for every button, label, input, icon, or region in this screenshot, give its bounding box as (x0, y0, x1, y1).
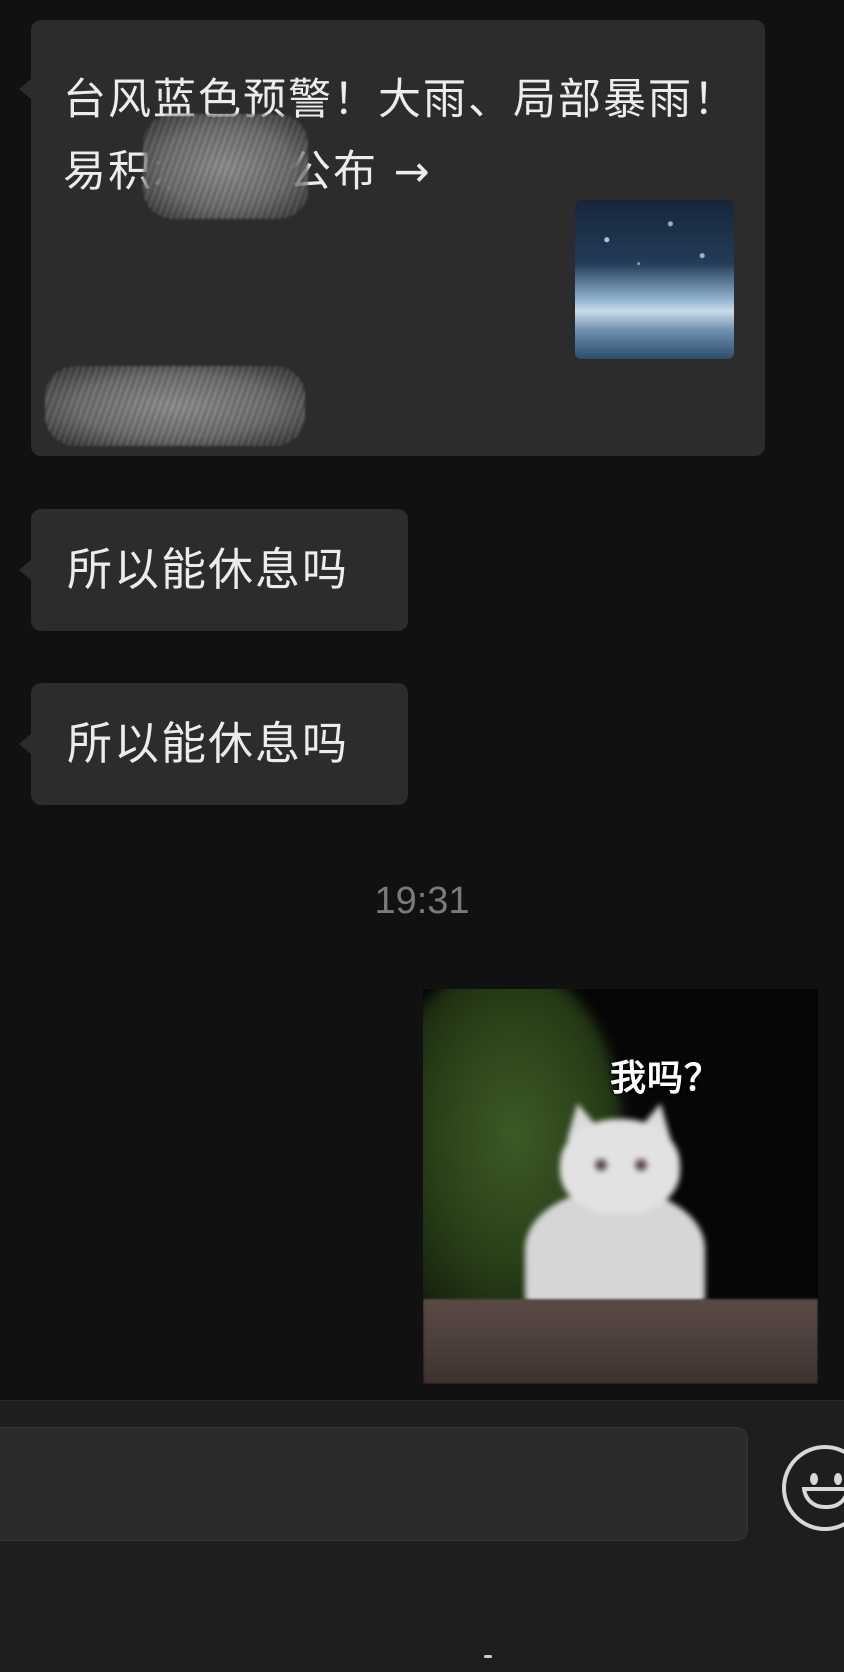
chat-area: 台风蓝色预警！大雨、局部暴雨！ 易积水路段公布 → 所以能休息吗 所以能休息吗 … (0, 0, 844, 1400)
redaction-scribble (45, 366, 305, 446)
sticker-ledge (423, 1299, 818, 1384)
sticker-caption: 我吗？ (609, 1058, 721, 1099)
message-timestamp: 19:31 (374, 880, 470, 922)
emoji-eye (810, 1473, 818, 1485)
bubble-tail (19, 733, 32, 755)
message-input-bar (0, 1400, 844, 1672)
emoji-eye (834, 1473, 842, 1485)
cat-head (560, 1119, 680, 1214)
bubble-tail (19, 78, 32, 100)
cat-figure (515, 1099, 705, 1309)
redaction-scribble (143, 114, 308, 219)
smiley-face-icon[interactable] (782, 1445, 844, 1531)
bubble-tail (19, 559, 32, 581)
message-bubble[interactable]: 所以能休息吗 (19, 683, 408, 805)
link-card-message[interactable]: 台风蓝色预警！大雨、局部暴雨！ 易积水路段公布 → (19, 20, 844, 456)
home-indicator (484, 1655, 492, 1658)
message-bubble[interactable]: 所以能休息吗 (19, 509, 408, 631)
cat-sticker-message[interactable]: 我吗？ (423, 989, 818, 1384)
cat-eye (635, 1159, 647, 1171)
cat-eye (595, 1159, 607, 1171)
link-card-thumbnail (575, 200, 734, 359)
message-input[interactable] (0, 1427, 748, 1541)
emoji-mouth (802, 1487, 844, 1509)
message-text: 所以能休息吗 (67, 717, 350, 770)
message-text: 所以能休息吗 (67, 543, 350, 596)
